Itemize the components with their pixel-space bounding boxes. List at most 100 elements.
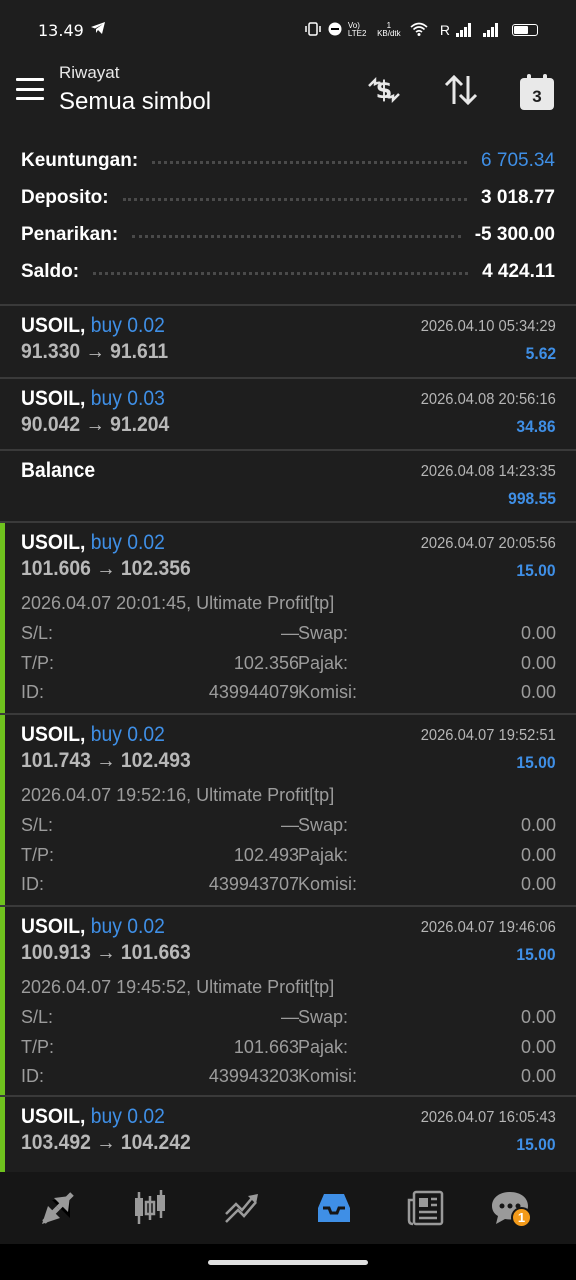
- tax-value: 0.00: [520, 844, 556, 865]
- deal-side: buy 0.02: [90, 1105, 165, 1128]
- deal-row[interactable]: USOIL, buy 0.03 2026.04.08 20:56:16 90.0…: [0, 379, 576, 449]
- commission-value: 0.00: [520, 874, 556, 894]
- commission-label: Komisi:: [298, 682, 358, 702]
- calendar-day: 3: [520, 74, 554, 110]
- svg-text:$: $: [376, 76, 393, 104]
- status-bar: 13.49 Vo) LTE2 1 KB/dtk R: [0, 0, 576, 60]
- deal-comment: 2026.04.07 19:52:16, Ultimate Profit[tp]: [21, 785, 335, 805]
- summary-value: 6 705.34: [481, 149, 555, 171]
- deal-profit: 15.00: [516, 561, 556, 580]
- deal-symbol: USOIL,: [21, 915, 86, 938]
- deal-profit: 15.00: [516, 753, 556, 772]
- deal-time: 2026.04.08 14:23:35: [420, 463, 556, 480]
- deal-row-expanded[interactable]: USOIL, buy 0.02 2026.04.07 19:52:51 101.…: [0, 715, 576, 905]
- deal-row-expanded[interactable]: USOIL, buy 0.02 2026.04.07 16:05:43 103.…: [0, 1097, 576, 1172]
- deal-profit: 34.86: [516, 417, 556, 436]
- id-label: ID:: [21, 874, 45, 894]
- balance-row[interactable]: Balance 2026.04.08 14:23:35 998.55: [0, 451, 576, 521]
- deal-time: 2026.04.07 16:05:43: [420, 1109, 556, 1126]
- swap-value: 0.00: [520, 623, 556, 643]
- tax-value: 0.00: [520, 652, 556, 673]
- page-title[interactable]: Semua simbol: [59, 88, 211, 116]
- sl-label: S/L:: [21, 1007, 54, 1027]
- id-value: 439943707: [208, 874, 299, 894]
- history-summary: Keuntungan: 6 705.34 Deposito: 3 018.77 …: [0, 136, 576, 304]
- sl-label: S/L:: [21, 623, 54, 643]
- gesture-bar: [0, 1244, 576, 1280]
- deal-comment: 2026.04.07 20:01:45, Ultimate Profit[tp]: [21, 593, 335, 613]
- deal-prices: 103.492 → 104.242: [21, 1131, 191, 1154]
- currency-exchange-icon[interactable]: $: [364, 70, 404, 110]
- chart-tab[interactable]: [128, 1186, 172, 1230]
- deal-profit: 15.00: [516, 945, 556, 964]
- tp-value: 101.663: [233, 1036, 299, 1057]
- telegram-icon: [90, 20, 106, 40]
- summary-label: Deposito:: [21, 186, 109, 208]
- news-tab[interactable]: [404, 1186, 448, 1230]
- volte-label: Vo) LTE2: [347, 21, 367, 38]
- deal-time: 2026.04.08 20:56:16: [420, 391, 556, 408]
- trade-tab[interactable]: [220, 1186, 264, 1230]
- tax-label: Pajak:: [298, 844, 349, 865]
- summary-label: Keuntungan:: [21, 149, 139, 171]
- sl-value: —: [281, 623, 299, 643]
- commission-value: 0.00: [520, 1066, 556, 1086]
- deal-row-expanded[interactable]: USOIL, buy 0.02 2026.04.07 19:46:06 100.…: [0, 907, 576, 1095]
- tax-label: Pajak:: [298, 652, 349, 673]
- summary-withdrawal-row: Penarikan: -5 300.00: [21, 216, 555, 253]
- deal-profit: 15.00: [516, 1135, 556, 1154]
- trade-icon: [225, 1194, 258, 1223]
- calendar-icon[interactable]: 3: [517, 74, 557, 114]
- candlestick-icon: [135, 1190, 165, 1224]
- deal-details: S/L: — Swap: 0.00 T/P: 102.493 Pajak: 0.00 ID:…: [21, 815, 556, 904]
- commission-label: Komisi:: [298, 1066, 358, 1086]
- deal-prices: 101.743 → 102.493: [21, 749, 191, 772]
- deal-side: buy 0.02: [90, 915, 165, 938]
- page-subtitle: Riwayat: [59, 63, 120, 82]
- summary-value: -5 300.00: [474, 223, 555, 245]
- deal-prices: 100.913 → 101.663: [21, 941, 191, 964]
- signal-icon-2: [483, 23, 498, 37]
- deal-symbol: USOIL,: [21, 387, 86, 410]
- home-indicator[interactable]: [208, 1260, 368, 1265]
- sort-icon[interactable]: [441, 70, 481, 110]
- deal-side: buy 0.03: [90, 387, 165, 410]
- menu-icon[interactable]: [16, 78, 44, 100]
- app-bar: Riwayat Semua simbol $ 3: [0, 60, 576, 136]
- deal-row-expanded[interactable]: USOIL, buy 0.02 2026.04.07 20:05:56 101.…: [0, 523, 576, 713]
- quotes-tab[interactable]: [36, 1186, 80, 1230]
- deal-time: 2026.04.07 19:52:51: [420, 727, 556, 744]
- status-time: 13.49: [38, 20, 84, 40]
- id-value: 439943203: [208, 1066, 299, 1086]
- id-label: ID:: [21, 1066, 45, 1086]
- deal-symbol: USOIL,: [21, 723, 86, 746]
- deal-prices: 101.606 → 102.356: [21, 557, 191, 580]
- deal-details: S/L: — Swap: 0.00 T/P: 101.663 Pajak: 0.00 ID:…: [21, 1007, 556, 1096]
- swap-label: Swap:: [298, 815, 349, 835]
- history-tab[interactable]: [312, 1186, 356, 1230]
- summary-value: 3 018.77: [481, 186, 555, 208]
- deal-row[interactable]: USOIL, buy 0.02 2026.04.10 05:34:29 91.3…: [0, 306, 576, 377]
- swap-value: 0.00: [520, 1007, 556, 1027]
- summary-balance-row: Saldo: 4 424.11: [21, 253, 555, 290]
- vibrate-icon: [304, 21, 322, 39]
- bottom-navigation: 1: [0, 1172, 576, 1244]
- chat-badge: 1: [511, 1207, 532, 1228]
- tp-label: T/P:: [21, 1036, 55, 1057]
- commission-value: 0.00: [520, 682, 556, 702]
- deal-comment: 2026.04.07 19:45:52, Ultimate Profit[tp]: [21, 977, 335, 997]
- id-label: ID:: [21, 682, 45, 702]
- deal-details: S/L: — Swap: 0.00 T/P: 102.356 Pajak: 0.00 ID:…: [21, 623, 556, 712]
- summary-deposit-row: Deposito: 3 018.77: [21, 179, 555, 216]
- deal-time: 2026.04.10 05:34:29: [420, 318, 556, 335]
- messages-tab[interactable]: 1: [488, 1186, 532, 1230]
- deal-symbol: USOIL,: [21, 1105, 86, 1128]
- deal-prices: 91.330 → 91.611: [21, 340, 169, 363]
- sl-value: —: [281, 1007, 299, 1027]
- deal-time: 2026.04.07 19:46:06: [420, 919, 556, 936]
- id-value: 439944079: [208, 682, 299, 702]
- swap-label: Swap:: [298, 1007, 349, 1027]
- tp-value: 102.356: [233, 652, 299, 673]
- battery-icon: [512, 24, 538, 36]
- tp-label: T/P:: [21, 844, 55, 865]
